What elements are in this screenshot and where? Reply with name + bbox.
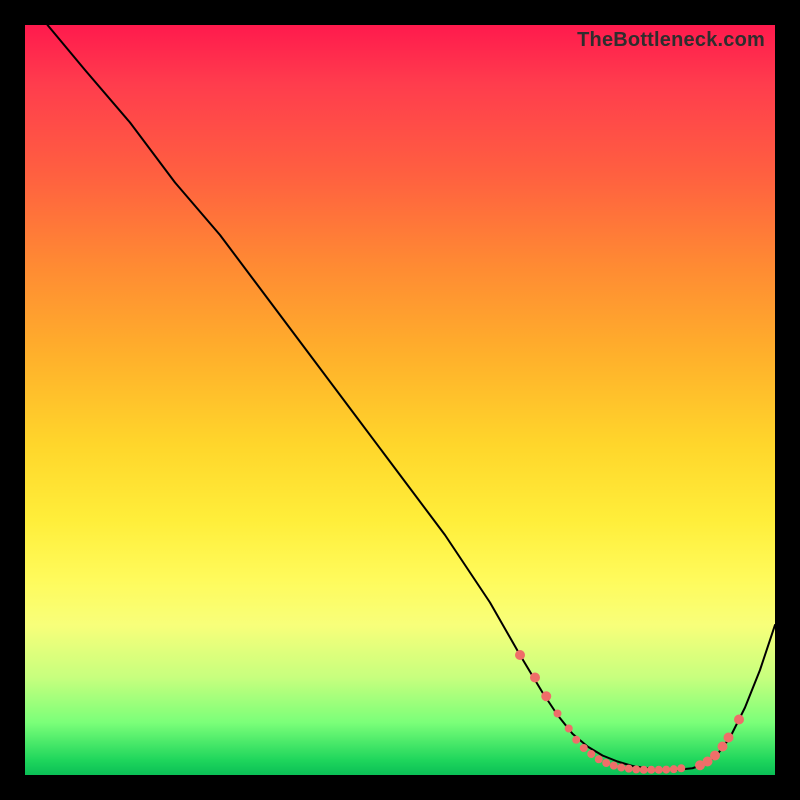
marker-point xyxy=(677,764,685,772)
marker-point xyxy=(565,725,573,733)
marker-point xyxy=(632,765,640,773)
marker-point xyxy=(530,673,540,683)
marker-point xyxy=(541,691,551,701)
marker-point xyxy=(718,742,728,752)
marker-point xyxy=(515,650,525,660)
watermark-text: TheBottleneck.com xyxy=(577,29,765,52)
marker-point xyxy=(724,733,734,743)
marker-point xyxy=(647,766,655,774)
marker-point xyxy=(670,765,678,773)
highlight-markers xyxy=(515,650,744,774)
bottleneck-curve-line xyxy=(48,25,776,770)
chart-svg xyxy=(25,25,775,775)
marker-point xyxy=(554,710,562,718)
marker-point xyxy=(587,750,595,758)
marker-point xyxy=(710,751,720,761)
marker-point xyxy=(580,744,588,752)
marker-point xyxy=(572,736,580,744)
marker-point xyxy=(734,715,744,725)
marker-point xyxy=(595,755,603,763)
marker-point xyxy=(640,766,648,774)
chart-frame: TheBottleneck.com xyxy=(0,0,800,800)
marker-point xyxy=(617,764,625,772)
marker-point xyxy=(602,759,610,767)
marker-point xyxy=(625,765,633,773)
plot-area: TheBottleneck.com xyxy=(25,25,775,775)
marker-point xyxy=(662,766,670,774)
marker-point xyxy=(610,762,618,770)
marker-point xyxy=(655,766,663,774)
